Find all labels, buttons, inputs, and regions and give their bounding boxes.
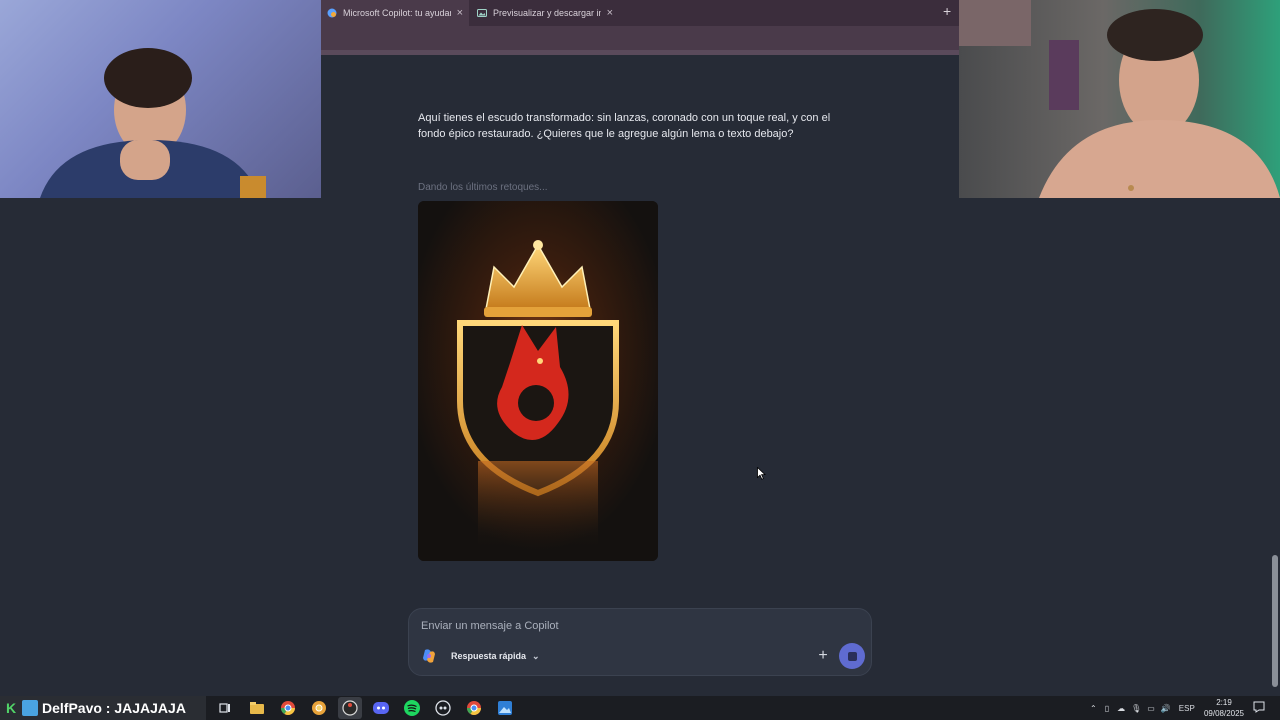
tab-title: Microsoft Copilot: tu ayudante [343, 8, 451, 18]
obs-icon [342, 700, 358, 716]
photos-icon[interactable] [496, 699, 514, 717]
close-tab-icon[interactable]: × [607, 7, 613, 19]
kick-logo-icon: K [6, 700, 17, 716]
task-view-icon[interactable] [216, 699, 234, 717]
webcam-right-person [959, 0, 1280, 198]
add-attachment-button[interactable]: + [813, 646, 833, 666]
clock-time: 2:19 [1216, 698, 1232, 707]
response-mode-dropdown[interactable]: Respuesta rápida ⌄ [421, 647, 540, 665]
browser-toolbar-edge [321, 50, 959, 55]
copilot-icon [327, 8, 337, 18]
stop-generation-button[interactable] [839, 643, 865, 669]
chrome-canary-icon[interactable] [310, 699, 328, 717]
volume-icon[interactable]: 🔊 [1161, 704, 1171, 713]
system-tray: ⌃ ▯ ☁ 🎙 ▭ 🔊 ESP [1090, 696, 1195, 720]
fox-shield-crest-image [418, 201, 658, 561]
stream-overlay-name: K DelfPavo : JAJAJAJA [0, 696, 206, 720]
chevron-down-icon: ⌄ [532, 650, 540, 661]
page-scrollbar[interactable] [1270, 198, 1280, 696]
message-input[interactable] [421, 617, 821, 635]
clock-date: 09/08/2025 [1203, 709, 1245, 718]
image-app-icon [477, 9, 487, 17]
screen: Microsoft Copilot: tu ayudante × Previsu… [0, 0, 1280, 720]
obs-taskbar-item[interactable] [338, 697, 362, 719]
input-language[interactable]: ESP [1179, 704, 1195, 713]
tab-copilot[interactable]: Microsoft Copilot: tu ayudante × [321, 0, 469, 26]
file-explorer-icon[interactable] [248, 699, 266, 717]
close-tab-icon[interactable]: × [457, 7, 463, 19]
new-tab-icon[interactable]: + [943, 3, 951, 19]
scrollbar-thumb[interactable] [1272, 555, 1278, 687]
network-icon[interactable]: ▭ [1147, 704, 1155, 713]
copilot-logo-icon [423, 649, 435, 663]
tab-image-preview[interactable]: Previsualizar y descargar imag × [471, 0, 619, 26]
generated-image[interactable] [418, 201, 658, 561]
discord-icon[interactable] [372, 699, 390, 717]
chrome-icon[interactable] [279, 699, 297, 717]
stop-icon [847, 651, 857, 661]
mouse-cursor-icon [757, 467, 766, 480]
chevron-up-icon[interactable]: ⌃ [1090, 704, 1097, 713]
browser-toolbar [321, 26, 959, 50]
device-icon[interactable]: ▯ [1105, 704, 1109, 713]
webcam-right [959, 0, 1280, 198]
cloud-icon[interactable]: ☁ [1117, 704, 1125, 713]
platform-logo-icon [22, 700, 38, 716]
browser-tab-strip: Microsoft Copilot: tu ayudante × Previsu… [321, 0, 959, 26]
tab-title: Previsualizar y descargar imag [493, 8, 601, 18]
app-icon[interactable] [434, 699, 452, 717]
assistant-message: Aquí tienes el escudo transformado: sin … [418, 112, 831, 140]
generation-status: Dando los últimos retoques... [418, 182, 548, 193]
response-mode-label: Respuesta rápida [451, 651, 527, 661]
spotify-icon[interactable] [403, 699, 421, 717]
webcam-left [0, 0, 321, 198]
chrome-icon[interactable] [465, 699, 483, 717]
webcam-left-person [40, 48, 266, 198]
message-composer: Respuesta rápida ⌄ + [408, 608, 872, 676]
notification-center-icon[interactable] [1252, 700, 1266, 714]
taskbar-clock[interactable]: 2:19 09/08/2025 [1200, 697, 1248, 719]
microphone-icon[interactable]: 🎙 [1131, 704, 1141, 713]
stream-overlay-text: DelfPavo : JAJAJAJA [42, 700, 186, 716]
